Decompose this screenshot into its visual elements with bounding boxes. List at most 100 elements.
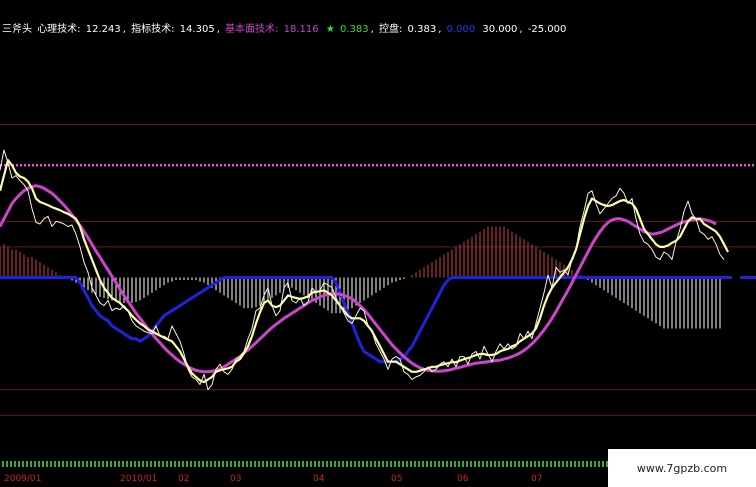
- ticker-tick: [54, 461, 56, 467]
- ticker-tick: [62, 461, 64, 467]
- ticker-tick: [310, 461, 312, 467]
- ticker-tick: [498, 461, 500, 467]
- ticker-tick: [182, 461, 184, 467]
- ticker-tick: [70, 461, 72, 467]
- ticker-tick: [326, 461, 328, 467]
- indicator-chart: [0, 124, 756, 467]
- ticker-tick: [94, 461, 96, 467]
- ticker-tick: [506, 461, 508, 467]
- ticker-tick: [426, 461, 428, 467]
- ticker-tick: [34, 461, 36, 467]
- ticker-tick: [330, 461, 332, 467]
- ticker-tick: [474, 461, 476, 467]
- ticker-tick: [266, 461, 268, 467]
- x-label-3: 03: [230, 474, 242, 484]
- ticker-tick: [78, 461, 80, 467]
- ticker-tick: [382, 461, 384, 467]
- ticker-tick: [138, 461, 140, 467]
- ticker-tick: [430, 461, 432, 467]
- ticker-tick: [422, 461, 424, 467]
- ticker-tick: [346, 461, 348, 467]
- ticker-tick: [438, 461, 440, 467]
- ticker-tick: [386, 461, 388, 467]
- x-label-1: 2010/01: [120, 474, 158, 484]
- ticker-tick: [374, 461, 376, 467]
- ticker-tick: [482, 461, 484, 467]
- ticker-tick: [322, 461, 324, 467]
- ticker-tick: [122, 461, 124, 467]
- ticker-tick: [490, 461, 492, 467]
- ticker-tick: [574, 461, 576, 467]
- ticker-tick: [402, 461, 404, 467]
- ticker-tick: [210, 461, 212, 467]
- ticker-tick: [114, 461, 116, 467]
- ticker-tick: [270, 461, 272, 467]
- ticker-tick: [278, 461, 280, 467]
- ticker-tick: [86, 461, 88, 467]
- ticker-tick: [550, 461, 552, 467]
- ticker-tick: [110, 461, 112, 467]
- ticker-tick: [350, 461, 352, 467]
- x-label-7: 07: [531, 474, 543, 484]
- ticker-tick: [190, 461, 192, 467]
- ticker-tick: [250, 461, 252, 467]
- ticker-tick: [214, 461, 216, 467]
- ticker-tick: [602, 461, 604, 467]
- ticker-tick: [594, 461, 596, 467]
- ticker-tick: [198, 461, 200, 467]
- ticker-tick: [514, 461, 516, 467]
- ticker-tick: [542, 461, 544, 467]
- ticker-tick: [558, 461, 560, 467]
- ticker-tick: [354, 461, 356, 467]
- ticker-tick: [554, 461, 556, 467]
- ticker-tick: [274, 461, 276, 467]
- ticker-tick: [26, 461, 28, 467]
- ticker-tick: [334, 461, 336, 467]
- ticker-tick: [530, 461, 532, 467]
- x-axis-labels: 2009/01 2010/01 02 03 04 05 06 07: [0, 472, 612, 486]
- ticker-tick: [450, 461, 452, 467]
- ticker-tick: [590, 461, 592, 467]
- ticker-tick: [10, 461, 12, 467]
- ticker-tick: [50, 461, 52, 467]
- ticker-tick: [398, 461, 400, 467]
- ticker-tick: [154, 461, 156, 467]
- ticker-tick: [102, 461, 104, 467]
- ticker-tick: [238, 461, 240, 467]
- ticker-tick: [166, 461, 168, 467]
- ticker-tick: [66, 461, 68, 467]
- ticker-tick: [318, 461, 320, 467]
- ticker-tick: [174, 461, 176, 467]
- ticker-tick: [130, 461, 132, 467]
- ticker-tick: [234, 461, 236, 467]
- ticker-tick: [406, 461, 408, 467]
- ticker-tick: [502, 461, 504, 467]
- ticker-tick: [462, 461, 464, 467]
- ticker-tick: [314, 461, 316, 467]
- ticker-tick: [282, 461, 284, 467]
- ticker-tick: [458, 461, 460, 467]
- ticker-tick: [470, 461, 472, 467]
- x-label-5: 05: [391, 474, 403, 484]
- ticker-tick: [566, 461, 568, 467]
- ticker-tick: [302, 461, 304, 467]
- ticker-tick: [74, 461, 76, 467]
- ticker-tick: [90, 461, 92, 467]
- ticker-tick: [118, 461, 120, 467]
- ticker-tick: [494, 461, 496, 467]
- ticker-tick: [466, 461, 468, 467]
- ticker-tick: [306, 461, 308, 467]
- ticker-tick: [358, 461, 360, 467]
- ticker-tick: [258, 461, 260, 467]
- ticker-tick: [14, 461, 16, 467]
- ticker-tick: [170, 461, 172, 467]
- ticker-tick: [230, 461, 232, 467]
- ticker-tick: [18, 461, 20, 467]
- ticker-tick: [538, 461, 540, 467]
- ticker-tick: [338, 461, 340, 467]
- ticker-tick: [222, 461, 224, 467]
- ticker-tick: [242, 461, 244, 467]
- ticker-tick: [142, 461, 144, 467]
- ticker-tick: [186, 461, 188, 467]
- ticker-tick: [30, 461, 32, 467]
